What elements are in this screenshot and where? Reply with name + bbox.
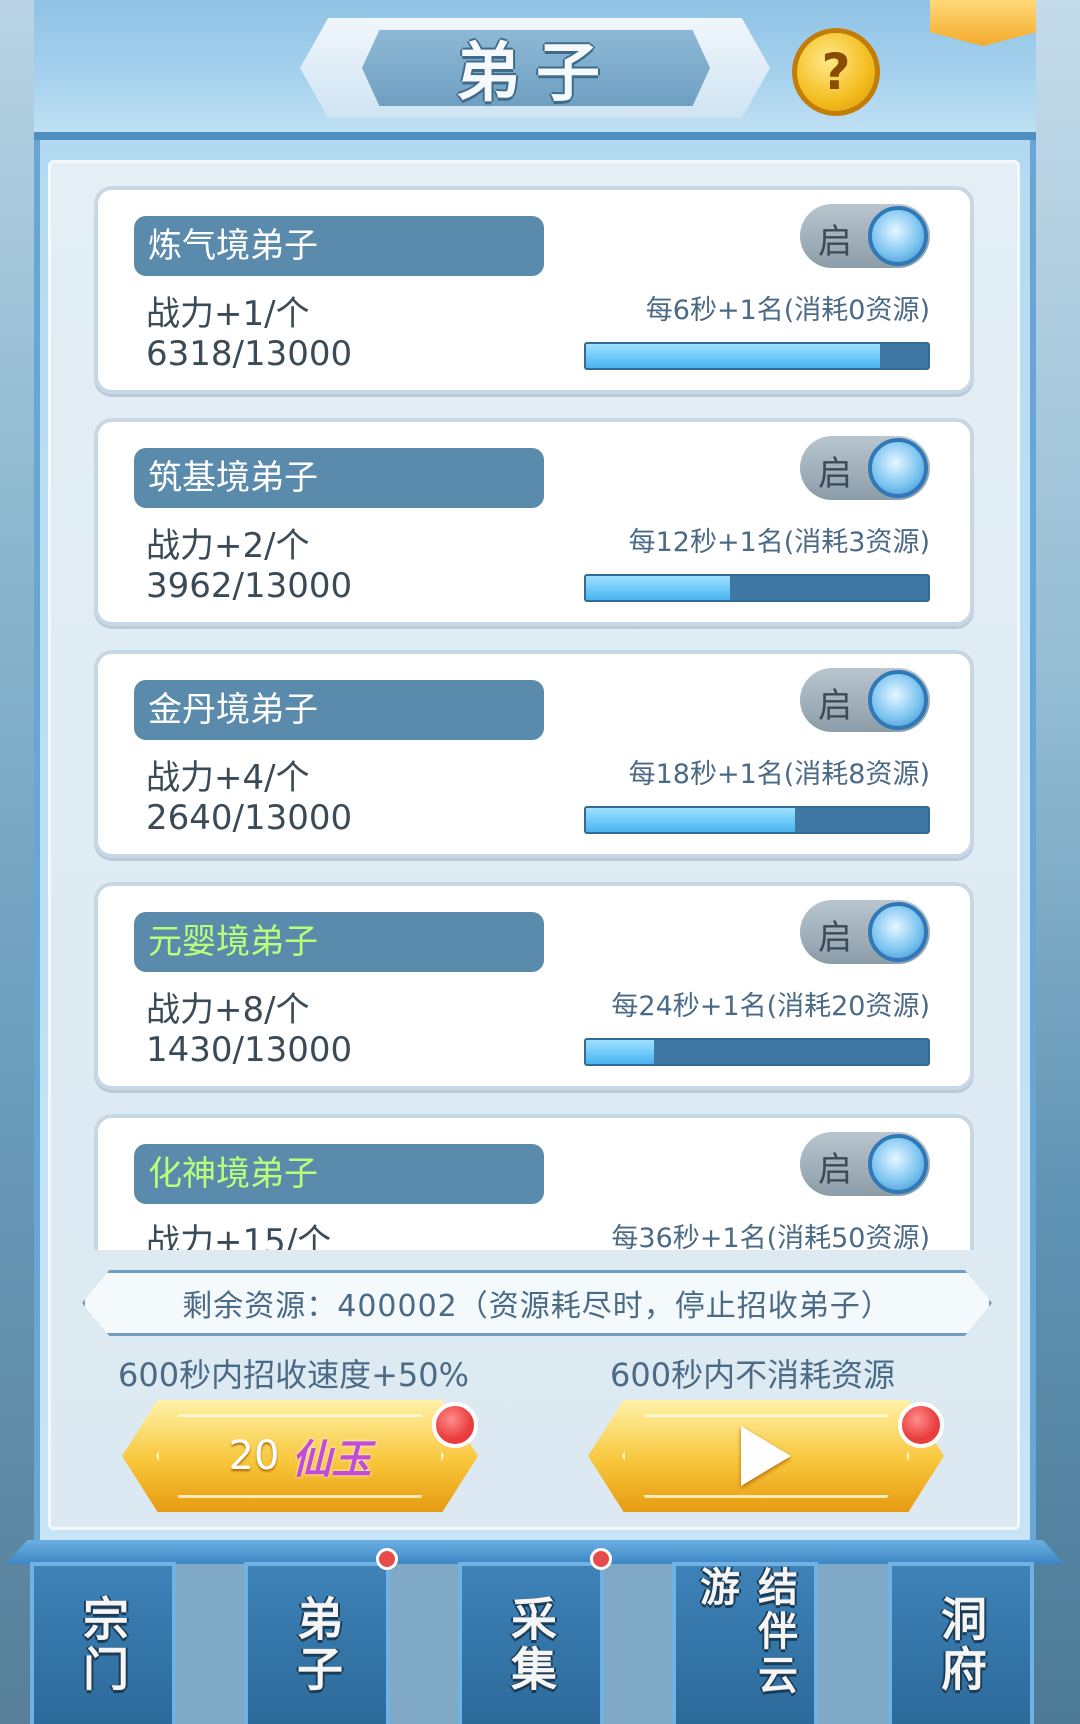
panel-bottom-shelf: [6, 1540, 1064, 1564]
progress-fill: [586, 808, 795, 832]
notification-dot: [432, 1402, 478, 1448]
disciple-power: 战力+15/个: [146, 1222, 332, 1250]
disciple-card-huashen: 化神境弟子 战力+15/个 每36秒+1名(消耗50资源) 启: [94, 1114, 974, 1250]
toggle-label: 启: [818, 686, 852, 726]
recruit-progress-bar: [584, 342, 930, 370]
recruit-toggle[interactable]: 启: [800, 1132, 930, 1196]
recruit-progress-bar: [584, 574, 930, 602]
disciple-name: 元婴境弟子: [134, 912, 544, 972]
remaining-resources-text: 剩余资源：400002（资源耗尽时，停止招收弟子）: [182, 1289, 892, 1324]
watch-video-button[interactable]: [588, 1400, 944, 1512]
disciple-list[interactable]: 炼气境弟子 战力+1/个 6318/13000 每6秒+1名(消耗0资源) 启 …: [90, 186, 980, 1250]
disciple-card-jindan: 金丹境弟子 战力+4/个 2640/13000 每18秒+1名(消耗8资源) 启: [94, 650, 974, 858]
disciple-card-yuanying: 元婴境弟子 战力+8/个 1430/13000 每24秒+1名(消耗20资源) …: [94, 882, 974, 1090]
disciple-power: 战力+8/个: [146, 990, 310, 1030]
toggle-knob: [868, 206, 928, 266]
title-banner: 弟子: [362, 30, 710, 106]
toggle-label: 启: [818, 1150, 852, 1190]
recruit-rate: 每36秒+1名(消耗50资源): [611, 1223, 930, 1250]
toggle-knob: [868, 1134, 928, 1194]
free-cost-label: 600秒内不消耗资源: [610, 1356, 896, 1394]
xianyu-currency-label: 仙玉: [291, 1436, 372, 1483]
speed-boost-button[interactable]: 20 仙玉: [122, 1400, 478, 1512]
recruit-rate: 每24秒+1名(消耗20资源): [611, 991, 930, 1022]
progress-fill: [586, 576, 730, 600]
recruit-progress-bar: [584, 806, 930, 834]
nav-tab-sect[interactable]: 宗门: [30, 1562, 176, 1724]
recruit-progress-bar: [584, 1038, 930, 1066]
disciple-count: 6318/13000: [146, 334, 353, 374]
progress-fill: [586, 344, 881, 368]
disciple-count: 3962/13000: [146, 566, 353, 606]
play-icon: [741, 1426, 791, 1486]
recruit-rate: 每6秒+1名(消耗0资源): [645, 295, 930, 326]
nav-tab-gather[interactable]: 采集: [458, 1562, 604, 1724]
disciple-name: 炼气境弟子: [134, 216, 544, 276]
nav-tab-cave[interactable]: 洞府: [888, 1562, 1034, 1724]
notification-dot: [376, 1548, 398, 1570]
disciple-card-zhuji: 筑基境弟子 战力+2/个 3962/13000 每12秒+1名(消耗3资源) 启: [94, 418, 974, 626]
disciple-card-lianqi: 炼气境弟子 战力+1/个 6318/13000 每6秒+1名(消耗0资源) 启: [94, 186, 974, 394]
disciple-power: 战力+2/个: [146, 526, 310, 566]
disciple-power: 战力+4/个: [146, 758, 310, 798]
toggle-label: 启: [818, 454, 852, 494]
recruit-toggle[interactable]: 启: [800, 436, 930, 500]
remaining-resources-bar: 剩余资源：400002（资源耗尽时，停止招收弟子）: [82, 1270, 992, 1336]
toggle-label: 启: [818, 222, 852, 262]
background-right: [1034, 0, 1080, 1724]
toggle-knob: [868, 670, 928, 730]
boost-cost-number: 20: [228, 1433, 280, 1479]
speed-boost-label: 600秒内招收速度+50%: [118, 1356, 470, 1394]
recruit-toggle[interactable]: 启: [800, 668, 930, 732]
progress-fill: [586, 1040, 655, 1064]
question-mark-icon[interactable]: ?: [792, 28, 880, 116]
toggle-knob: [868, 902, 928, 962]
page-title: 弟子: [456, 36, 616, 111]
disciple-count: 2640/13000: [146, 798, 353, 838]
disciple-count: 1430/13000: [146, 1030, 353, 1070]
notification-dot: [590, 1548, 612, 1570]
disciple-name: 金丹境弟子: [134, 680, 544, 740]
disciple-name: 筑基境弟子: [134, 448, 544, 508]
recruit-rate: 每12秒+1名(消耗3资源): [628, 527, 930, 558]
disciple-power: 战力+1/个: [146, 294, 310, 334]
recruit-rate: 每18秒+1名(消耗8资源): [628, 759, 930, 790]
toggle-knob: [868, 438, 928, 498]
nav-tab-disciples[interactable]: 弟子: [244, 1562, 390, 1724]
disciple-name: 化神境弟子: [134, 1144, 544, 1204]
recruit-toggle[interactable]: 启: [800, 900, 930, 964]
notification-dot: [898, 1402, 944, 1448]
nav-tab-travel[interactable]: 结伴云游: [672, 1562, 818, 1724]
recruit-toggle[interactable]: 启: [800, 204, 930, 268]
toggle-label: 启: [818, 918, 852, 958]
